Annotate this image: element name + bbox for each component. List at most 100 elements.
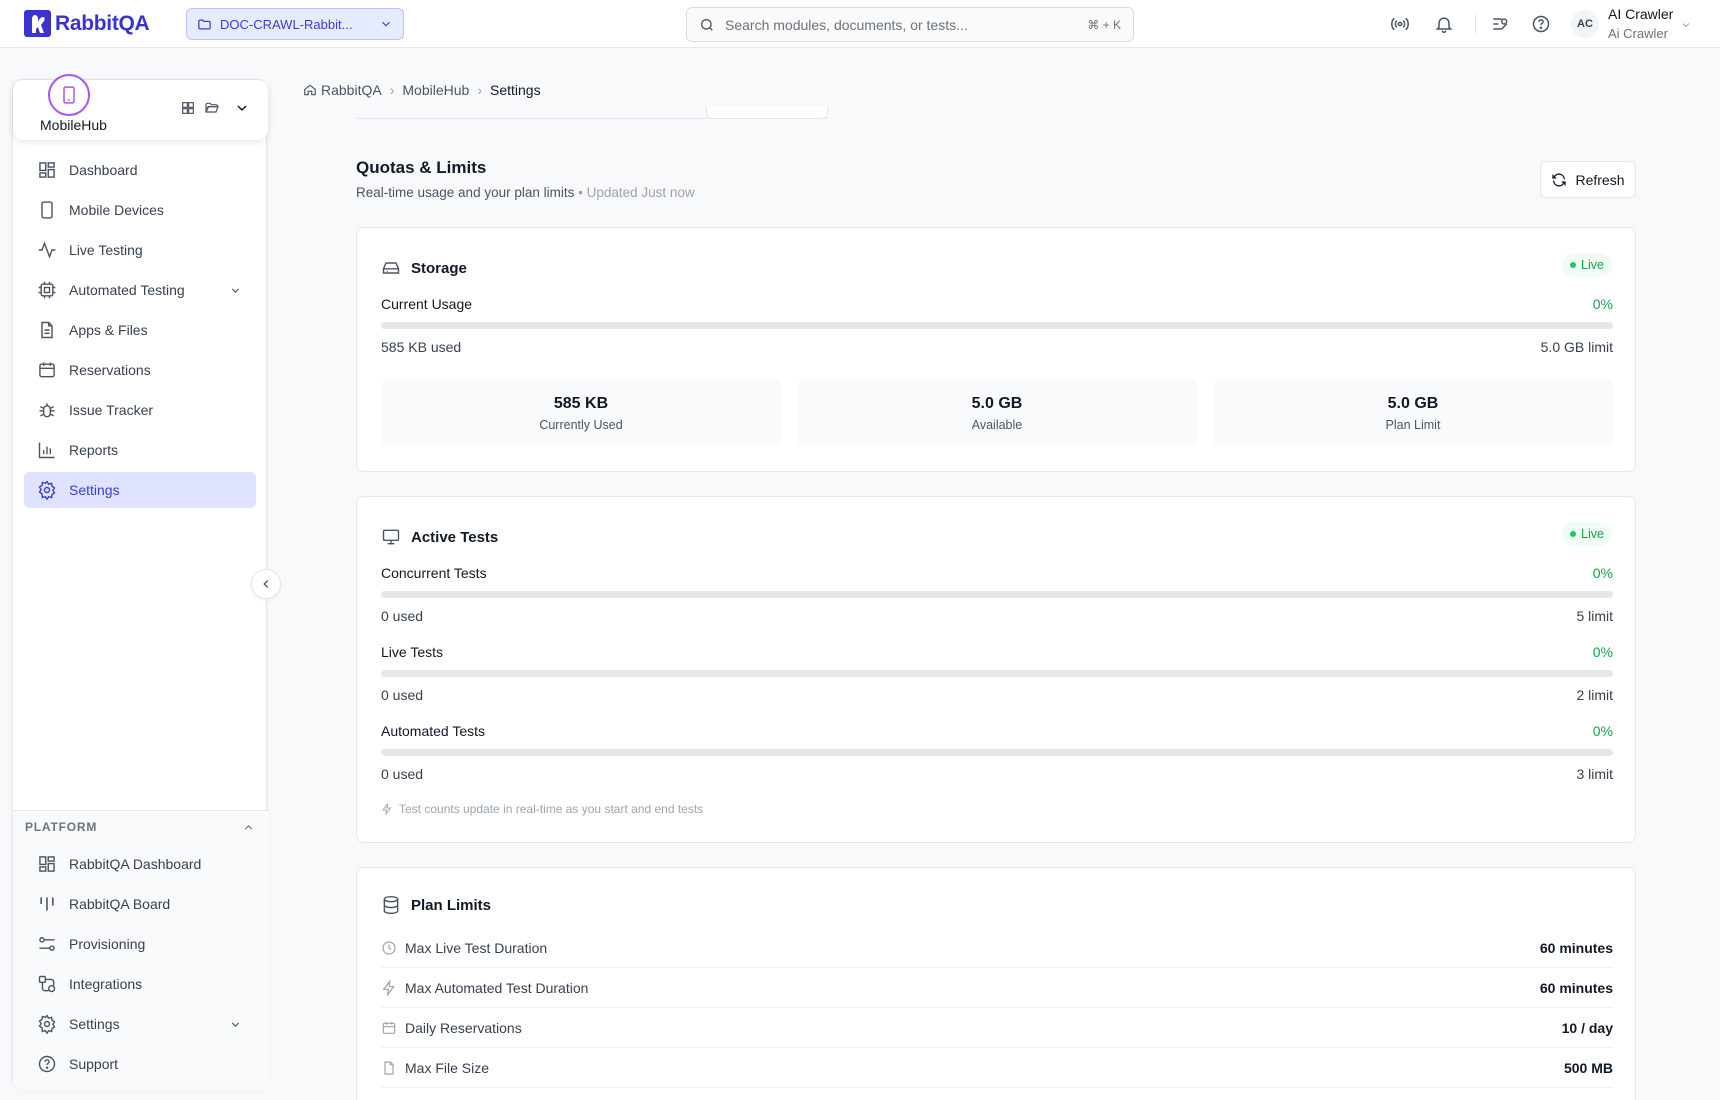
metric-percent: 0% — [1592, 296, 1613, 312]
badge-label: Live — [1581, 527, 1604, 541]
header-divider — [1475, 14, 1476, 34]
bell-icon[interactable] — [1434, 14, 1454, 34]
integrations-icon — [38, 975, 56, 993]
folder-icon — [198, 19, 211, 29]
grid-icon[interactable] — [180, 100, 196, 116]
collapse-sidebar-button[interactable] — [251, 569, 281, 599]
rabbit-logo-icon — [24, 10, 51, 37]
sidebar-item-label: Live Testing — [69, 242, 143, 258]
sidebar-item-label: Issue Tracker — [69, 402, 154, 418]
smartphone-icon — [63, 86, 75, 104]
active-tests-title: Active Tests — [381, 527, 498, 547]
sidebar-item-support[interactable]: Support — [24, 1046, 256, 1082]
sidebar-item-reports[interactable]: Reports — [24, 432, 256, 468]
sidebar-item-settings[interactable]: Settings — [24, 472, 256, 508]
broadcast-icon[interactable] — [1390, 14, 1410, 34]
workspace-avatar — [48, 74, 90, 116]
file-icon — [41, 321, 53, 339]
refresh-button[interactable]: Refresh — [1540, 161, 1636, 198]
metric-limit: 3 limit — [1576, 766, 1613, 782]
chevron-up-icon[interactable] — [242, 821, 255, 837]
scrolled-content-edge — [356, 107, 828, 119]
dashboard-icon — [39, 856, 55, 872]
note-text: Test counts update in real-time as you s… — [399, 802, 704, 816]
breadcrumb-root[interactable]: RabbitQA — [321, 82, 382, 98]
sidebar-item-reservations[interactable]: Reservations — [24, 352, 256, 388]
project-name: DOC-CRAWL-Rabbit... — [220, 16, 353, 32]
limit-label: Max File Size — [405, 1059, 490, 1076]
zap-icon — [382, 803, 392, 815]
calendar-icon — [39, 362, 55, 378]
progress-bar — [381, 591, 1613, 598]
sidebar-item-label: Settings — [69, 1016, 120, 1032]
sidebar-item-automated-testing[interactable]: Automated Testing — [24, 272, 256, 308]
stat-label: Available — [971, 418, 1023, 432]
chevron-down-icon[interactable] — [1680, 18, 1692, 30]
palette-icon[interactable] — [1490, 14, 1510, 34]
limit-row-automated-duration: Max Automated Test Duration 60 minutes — [381, 968, 1613, 1008]
help-icon[interactable] — [1531, 14, 1551, 34]
sidebar-item-provisioning[interactable]: Provisioning — [24, 926, 256, 962]
sidebar-item-label: Integrations — [69, 976, 143, 992]
sidebar-item-platform-settings[interactable]: Settings — [24, 1006, 256, 1042]
global-search[interactable]: Search modules, documents, or tests... ⌘… — [686, 7, 1134, 42]
hard-drive-icon — [382, 262, 400, 274]
breadcrumb: RabbitQA › MobileHub › Settings — [303, 82, 541, 98]
chevron-left-icon — [263, 580, 269, 588]
active-tests-title-text: Active Tests — [411, 528, 499, 546]
metric-limit: 5 limit — [1576, 608, 1613, 624]
limit-value: 10 / day — [1561, 1019, 1613, 1036]
user-subtitle: Ai Crawler — [1608, 26, 1668, 41]
live-dot — [1570, 262, 1577, 268]
avatar[interactable]: AC — [1571, 10, 1599, 38]
metric-label: Concurrent Tests — [381, 565, 487, 581]
progress-bar — [381, 749, 1613, 756]
stat-available: 5.0 GB Available — [797, 380, 1197, 445]
breadcrumb-section[interactable]: MobileHub — [402, 82, 469, 98]
zap-icon — [382, 979, 395, 996]
app-logo[interactable]: RabbitQA — [24, 10, 150, 37]
gear-icon — [38, 480, 56, 500]
bug-icon — [39, 403, 55, 418]
limit-row-max-file-size: Max File Size 500 MB — [381, 1048, 1613, 1088]
sidebar-item-label: RabbitQA Board — [69, 896, 171, 912]
metric-label: Live Tests — [381, 644, 443, 660]
metric-percent: 0% — [1592, 723, 1613, 739]
user-name: AI Crawler — [1608, 6, 1674, 22]
folder-open-icon[interactable] — [204, 100, 220, 116]
app-name: RabbitQA — [55, 11, 150, 35]
subtitle-text: Real-time usage and your plan limits — [356, 185, 575, 200]
badge-label: Live — [1581, 258, 1604, 272]
sidebar-item-label: Reports — [69, 442, 119, 458]
home-icon[interactable] — [303, 83, 317, 97]
status-badge: Live — [1562, 522, 1612, 546]
chevron-down-icon[interactable] — [234, 100, 250, 119]
sidebar-item-rabbitqa-dashboard[interactable]: RabbitQA Dashboard — [24, 846, 256, 882]
plan-limits-title-text: Plan Limits — [411, 896, 492, 914]
smartphone-icon — [41, 201, 53, 219]
sidebar-item-issue-tracker[interactable]: Issue Tracker — [24, 392, 256, 428]
metric-used: 0 used — [381, 608, 424, 624]
sidebar-item-dashboard[interactable]: Dashboard — [24, 152, 256, 188]
stat-value: 585 KB — [553, 395, 609, 412]
metric-percent: 0% — [1592, 644, 1613, 660]
workspace-switcher[interactable]: MobileHub — [13, 74, 268, 140]
stat-plan-limit: 5.0 GB Plan Limit — [1213, 380, 1613, 445]
sidebar-item-label: Reservations — [69, 362, 151, 378]
sidebar-item-apps-files[interactable]: Apps & Files — [24, 312, 256, 348]
metric-limit: 5.0 GB limit — [1540, 339, 1613, 355]
live-dot — [1570, 531, 1577, 537]
sidebar-item-live-testing[interactable]: Live Testing — [24, 232, 256, 268]
cpu-icon — [38, 281, 56, 299]
sidebar-item-mobile-devices[interactable]: Mobile Devices — [24, 192, 256, 228]
kanban-icon — [40, 897, 54, 911]
sidebar-item-label: Support — [69, 1056, 119, 1072]
plan-limits-card: Plan Limits Max Live Test Duration 60 mi… — [356, 867, 1636, 1100]
stat-currently-used: 585 KB Currently Used — [381, 380, 781, 445]
sidebar-item-rabbitqa-board[interactable]: RabbitQA Board — [24, 886, 256, 922]
sidebar-item-integrations[interactable]: Integrations — [24, 966, 256, 1002]
refresh-label: Refresh — [1575, 171, 1625, 188]
user-menu[interactable]: AI Crawler Ai Crawler — [1608, 5, 1673, 43]
metric-limit: 2 limit — [1576, 687, 1613, 703]
project-selector[interactable]: DOC-CRAWL-Rabbit... — [186, 8, 404, 40]
